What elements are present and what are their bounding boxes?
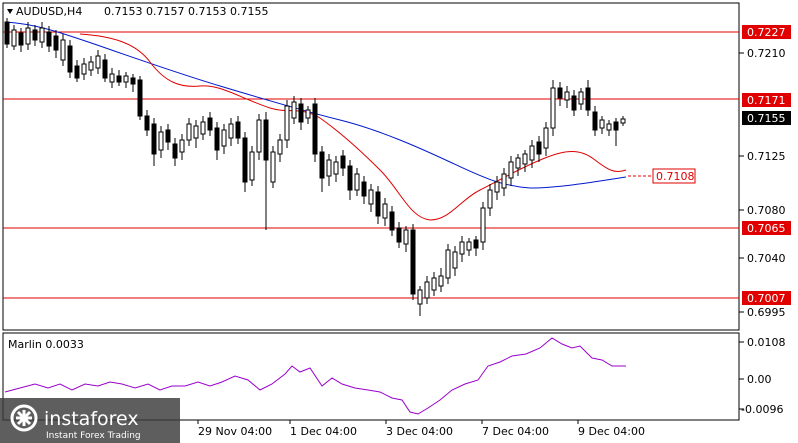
indicator-scale-label: 0.0108 xyxy=(747,336,786,349)
price-scale-label: 0.7125 xyxy=(747,150,786,163)
indicator-label: Marlin 0.0033 xyxy=(8,338,84,351)
level-tag-text: 0.7227 xyxy=(747,26,786,39)
time-axis-label: 7 Dec 04:00 xyxy=(482,425,549,438)
time-axis-label: 29 Nov 04:00 xyxy=(198,425,272,438)
instaforex-watermark: instaforex Instant Forex Trading xyxy=(0,398,180,443)
price-scale-label: 0.7080 xyxy=(747,204,786,217)
price-scale-label: 0.7210 xyxy=(747,47,786,60)
time-axis-label: 1 Dec 04:00 xyxy=(290,425,357,438)
chart-window[interactable]: AUDUSD,H4 0.7153 0.7157 0.7153 0.7155 Ma… xyxy=(0,0,798,443)
time-axis-label: 3 Dec 04:00 xyxy=(386,425,453,438)
symbol-label: AUDUSD,H4 xyxy=(16,5,82,18)
level-tag-text: 0.7171 xyxy=(747,94,786,107)
time-axis-label: 9 Dec 04:00 xyxy=(578,425,645,438)
level-tag-text: 0.7007 xyxy=(747,292,786,305)
watermark-tagline: Instant Forex Trading xyxy=(46,431,141,441)
ohlc-values: 0.7153 0.7157 0.7153 0.7155 xyxy=(104,5,268,18)
watermark-brand: instaforex xyxy=(44,408,139,430)
price-panel[interactable] xyxy=(2,2,740,331)
symbol-header: AUDUSD,H4 0.7153 0.7157 0.7153 0.7155 xyxy=(7,5,268,18)
indicator-scale-label: -0.0096 xyxy=(741,403,783,416)
price-scale-label: 0.6995 xyxy=(747,306,786,319)
price-scale-label: 0.7040 xyxy=(747,252,786,265)
level-tag-text: 0.7065 xyxy=(747,222,786,235)
indicator-scale-label: 0.00 xyxy=(747,373,772,386)
current-price-text: 0.7155 xyxy=(747,112,786,125)
level-tag-text: 0.7108 xyxy=(656,170,695,183)
